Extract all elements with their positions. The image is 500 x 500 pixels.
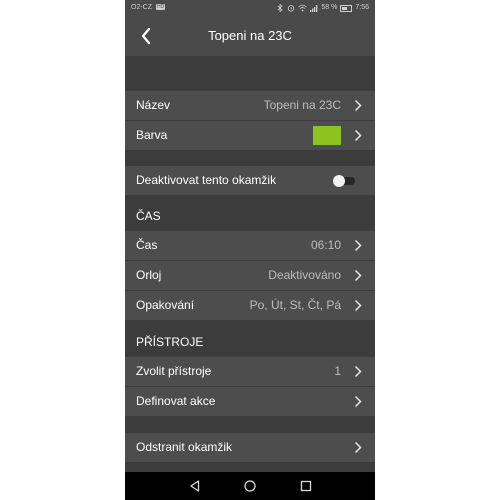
- name-label: Název: [136, 98, 171, 112]
- color-label: Barva: [136, 128, 168, 142]
- time-label: Čas: [136, 238, 158, 252]
- bluetooth-icon: [278, 4, 284, 12]
- chevron-right-icon: [354, 365, 362, 378]
- chevron-right-icon: [354, 299, 362, 312]
- alarm-icon: [288, 5, 295, 12]
- deactivate-toggle[interactable]: [333, 175, 357, 187]
- chevron-right-icon: [354, 99, 362, 112]
- choose-devices-count: 1: [334, 364, 341, 378]
- time-value: 06:10: [310, 238, 341, 252]
- delete-label: Odstranit okamžik: [136, 440, 233, 454]
- app-header: Topeni na 23C: [125, 16, 375, 56]
- section-header-time: ČAS: [136, 209, 161, 223]
- square-recents-icon[interactable]: [298, 478, 314, 494]
- color-swatch: [313, 126, 341, 145]
- chevron-right-icon: [354, 129, 362, 142]
- row-repeat[interactable]: Opakování Po, Út, St, Čt, Pá: [125, 290, 375, 320]
- hd-badge: HD: [155, 4, 166, 11]
- carrier-area: O2-CZ HD: [131, 0, 166, 16]
- chevron-right-icon: [354, 441, 362, 454]
- status-bar: O2-CZ HD 58 % 7:56: [125, 0, 375, 16]
- row-time[interactable]: Čas 06:10: [125, 230, 375, 260]
- chevron-right-icon: [354, 269, 362, 282]
- battery-percent: 58 %: [321, 4, 338, 11]
- repeat-label: Opakování: [136, 298, 195, 312]
- deactivate-label: Deaktivovat tento okamžik: [136, 173, 277, 187]
- signal-icon: [310, 5, 318, 12]
- toggle-knob: [333, 175, 345, 187]
- section-header-devices: PŘÍSTROJE: [136, 335, 204, 349]
- status-time: 7:56: [355, 4, 369, 11]
- back-button[interactable]: [135, 24, 159, 48]
- chevron-right-icon: [354, 239, 362, 252]
- define-actions-label: Definovat akce: [136, 394, 216, 408]
- chevron-left-icon: [141, 27, 151, 45]
- battery-icon: [340, 4, 353, 12]
- page-title: Topeni na 23C: [208, 28, 292, 43]
- chevron-right-icon: [354, 395, 362, 408]
- carrier-name: O2-CZ: [131, 4, 152, 11]
- name-value: Topeni na 23C: [263, 98, 341, 112]
- status-icons: 58 % 7:56: [276, 0, 369, 16]
- row-orloj[interactable]: Orloj Deaktivováno: [125, 260, 375, 290]
- row-delete[interactable]: Odstranit okamžik: [125, 432, 375, 462]
- row-name[interactable]: Název Topeni na 23C: [125, 90, 375, 120]
- repeat-value: Po, Út, St, Čt, Pá: [249, 298, 341, 312]
- row-choose-devices[interactable]: Zvolit přístroje 1: [125, 356, 375, 386]
- phone-screen: O2-CZ HD 58 % 7:56 Topeni na 23C Název T…: [125, 0, 375, 500]
- row-color[interactable]: Barva: [125, 120, 375, 150]
- system-nav-bar: [125, 472, 375, 500]
- triangle-back-icon[interactable]: [187, 478, 203, 494]
- orloj-value: Deaktivováno: [268, 268, 341, 282]
- wifi-icon: [298, 4, 308, 12]
- circle-home-icon[interactable]: [242, 478, 258, 494]
- orloj-label: Orloj: [136, 268, 162, 282]
- row-define-actions[interactable]: Definovat akce: [125, 386, 375, 416]
- row-deactivate: Deaktivovat tento okamžik: [125, 165, 375, 195]
- choose-devices-label: Zvolit přístroje: [136, 364, 212, 378]
